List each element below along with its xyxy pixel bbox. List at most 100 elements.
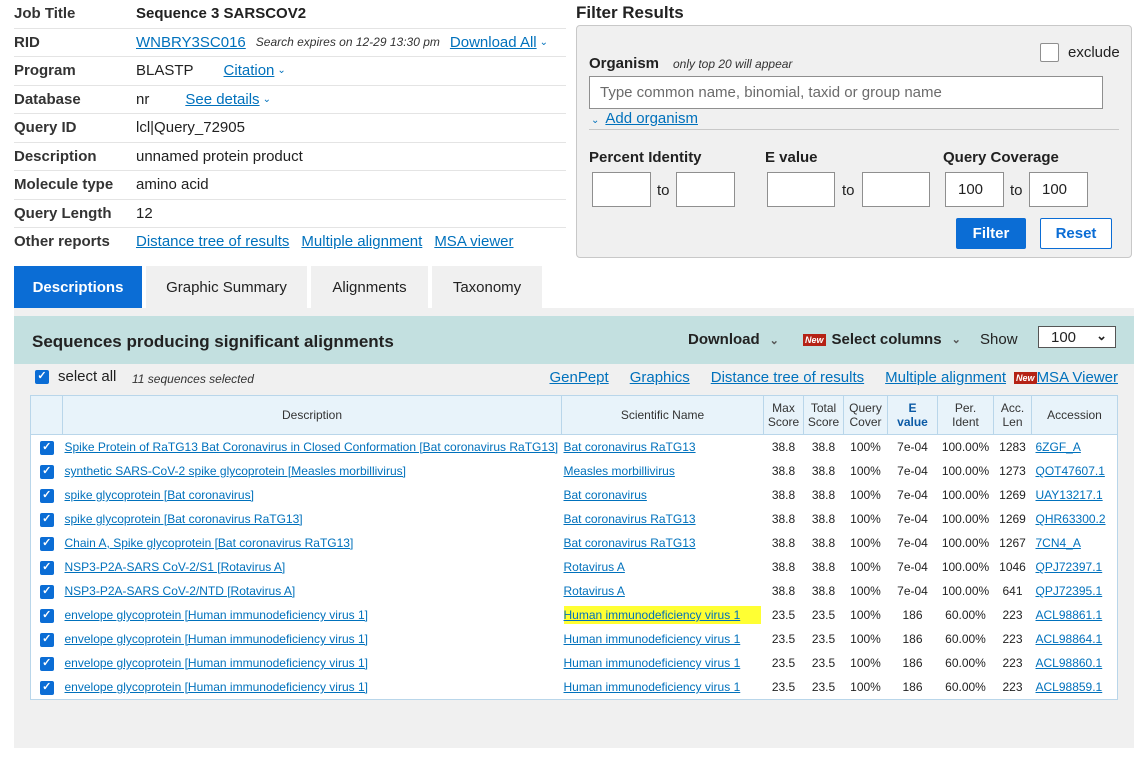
distance-tree-link[interactable]: Distance tree of results (711, 369, 864, 386)
description-link[interactable]: spike glycoprotein [Bat coronavirus RaTG… (65, 512, 303, 526)
add-organism-link[interactable]: Add organism (605, 110, 698, 127)
accession-link[interactable]: ACL98864.1 (1036, 632, 1103, 646)
row-checkbox[interactable]: ✓ (39, 680, 54, 695)
accession-cell: QHR63300.2 (1032, 507, 1118, 531)
evalue-cell: 7e-04 (897, 560, 928, 574)
plus-icon[interactable]: ⌄ (591, 115, 599, 126)
exclude-option[interactable]: exclude (1040, 43, 1120, 62)
description-link[interactable]: synthetic SARS-CoV-2 spike glycoprotein … (65, 464, 406, 478)
acc-len-cell: 1269 (999, 488, 1026, 502)
rid-link[interactable]: WNBRY3SC016 (136, 34, 246, 51)
tab-descriptions[interactable]: Descriptions (14, 266, 142, 308)
accession-link[interactable]: UAY13217.1 (1036, 488, 1103, 502)
scientific-name-link[interactable]: Bat coronavirus (564, 488, 647, 502)
scientific-name-link[interactable]: Measles morbillivirus (564, 464, 675, 478)
description-link[interactable]: envelope glycoprotein [Human immunodefic… (65, 608, 369, 622)
row-checkbox[interactable]: ✓ (39, 440, 54, 455)
filter-button[interactable]: Filter (956, 218, 1026, 249)
scientific-name-link[interactable]: Bat coronavirus RaTG13 (564, 536, 696, 550)
max-score-cell: 38.8 (771, 584, 796, 598)
tab-alignments[interactable]: Alignments (311, 266, 428, 308)
citation-link[interactable]: Citation (224, 62, 275, 79)
query-coverage-from-input[interactable]: 100 (945, 172, 1004, 207)
accession-link[interactable]: 7CN4_A (1036, 536, 1081, 550)
distance-tree-link[interactable]: Distance tree of results (136, 233, 289, 250)
evalue-from-input[interactable] (767, 172, 835, 207)
organism-input[interactable]: Type common name, binomial, taxid or gro… (589, 76, 1103, 109)
row-checkbox[interactable]: ✓ (39, 512, 54, 527)
reset-button[interactable]: Reset (1040, 218, 1112, 249)
header-description[interactable]: Description (62, 395, 562, 435)
row-checkbox[interactable]: ✓ (39, 608, 54, 623)
show-count-select[interactable]: 100 ⌄ (1038, 326, 1116, 348)
scientific-name-link[interactable]: Human immunodeficiency virus 1 (564, 656, 741, 670)
query-coverage-to-input[interactable]: 100 (1029, 172, 1088, 207)
see-details-link[interactable]: See details (185, 91, 259, 108)
scientific-name-link[interactable]: Human immunodeficiency virus 1 (563, 606, 762, 624)
table-row: ✓ spike glycoprotein [Bat coronavirus] Bat… (30, 483, 1118, 507)
download-all-link[interactable]: Download All (450, 34, 537, 51)
evalue-cell: 7e-04 (897, 512, 928, 526)
description-link[interactable]: Chain A, Spike glycoprotein [Bat coronav… (65, 536, 354, 550)
header-query-cover[interactable]: Query Cover (843, 395, 888, 435)
accession-link[interactable]: ACL98861.1 (1036, 608, 1103, 622)
multiple-alignment-link[interactable]: Multiple alignment (885, 369, 1006, 386)
description-link[interactable]: envelope glycoprotein [Human immunodefic… (65, 656, 369, 670)
results-header: Sequences producing significant alignmen… (14, 316, 1134, 364)
row-checkbox[interactable]: ✓ (39, 632, 54, 647)
multiple-alignment-link[interactable]: Multiple alignment (301, 233, 422, 250)
evalue-to-input[interactable] (862, 172, 930, 207)
description-link[interactable]: NSP3-P2A-SARS CoV-2/NTD [Rotavirus A] (65, 584, 296, 598)
row-checkbox[interactable]: ✓ (39, 464, 54, 479)
scientific-name-link[interactable]: Rotavirus A (564, 584, 625, 598)
graphics-link[interactable]: Graphics (630, 369, 690, 386)
header-acc-len[interactable]: Acc. Len (993, 395, 1032, 435)
table-row: ✓ NSP3-P2A-SARS CoV-2/NTD [Rotavirus A] Ro… (30, 579, 1118, 603)
header-accession[interactable]: Accession (1031, 395, 1118, 435)
accession-link[interactable]: QPJ72397.1 (1036, 560, 1103, 574)
msa-viewer-link[interactable]: MSA viewer (434, 233, 513, 250)
row-checkbox[interactable]: ✓ (39, 536, 54, 551)
header-scientific-name[interactable]: Scientific Name (561, 395, 764, 435)
row-checkbox[interactable]: ✓ (39, 584, 54, 599)
row-checkbox[interactable]: ✓ (39, 656, 54, 671)
description-link[interactable]: envelope glycoprotein [Human immunodefic… (65, 680, 369, 694)
row-checkbox[interactable]: ✓ (39, 560, 54, 575)
select-columns-menu[interactable]: New Select columns ⌄ (803, 331, 961, 348)
accession-link[interactable]: ACL98859.1 (1036, 680, 1103, 694)
chevron-down-icon[interactable]: ⌄ (263, 94, 271, 105)
genpept-link[interactable]: GenPept (549, 369, 608, 386)
total-score-cell: 38.8 (811, 440, 836, 454)
accession-link[interactable]: 6ZGF_A (1036, 440, 1081, 454)
add-organism-control[interactable]: ⌄ Add organism (591, 110, 698, 127)
header-evalue[interactable]: Evalue (887, 395, 938, 435)
description-link[interactable]: NSP3-P2A-SARS CoV-2/S1 [Rotavirus A] (65, 560, 286, 574)
percent-identity-from-input[interactable] (592, 172, 651, 207)
description-link[interactable]: envelope glycoprotein [Human immunodefic… (65, 632, 369, 646)
accession-link[interactable]: QPJ72395.1 (1036, 584, 1103, 598)
accession-link[interactable]: QOT47607.1 (1036, 464, 1105, 478)
scientific-name-link[interactable]: Bat coronavirus RaTG13 (564, 512, 696, 526)
msa-viewer-link[interactable]: MSA Viewer (1037, 369, 1118, 386)
tab-taxonomy[interactable]: Taxonomy (432, 266, 542, 308)
row-checkbox[interactable]: ✓ (39, 488, 54, 503)
scientific-name-link[interactable]: Rotavirus A (564, 560, 625, 574)
scientific-name-link[interactable]: Human immunodeficiency virus 1 (564, 680, 741, 694)
download-menu[interactable]: Download ⌄ (688, 331, 779, 348)
chevron-down-icon[interactable]: ⌄ (277, 65, 285, 76)
description-link[interactable]: Spike Protein of RaTG13 Bat Coronavirus … (65, 440, 559, 454)
header-max-score[interactable]: Max Score (763, 395, 804, 435)
scientific-name-link[interactable]: Human immunodeficiency virus 1 (564, 632, 741, 646)
chevron-down-icon[interactable]: ⌄ (540, 37, 548, 48)
percent-identity-to-input[interactable] (676, 172, 735, 207)
scientific-name-link[interactable]: Bat coronavirus RaTG13 (564, 440, 696, 454)
header-total-score[interactable]: Total Score (803, 395, 844, 435)
exclude-checkbox[interactable] (1040, 43, 1059, 62)
select-all-control[interactable]: ✓ select all (35, 368, 116, 385)
accession-link[interactable]: ACL98860.1 (1036, 656, 1103, 670)
description-link[interactable]: spike glycoprotein [Bat coronavirus] (65, 488, 254, 502)
header-per-ident[interactable]: Per. Ident (937, 395, 994, 435)
tab-graphic-summary[interactable]: Graphic Summary (146, 266, 307, 308)
accession-link[interactable]: QHR63300.2 (1036, 512, 1106, 526)
select-all-checkbox[interactable]: ✓ (35, 369, 49, 384)
